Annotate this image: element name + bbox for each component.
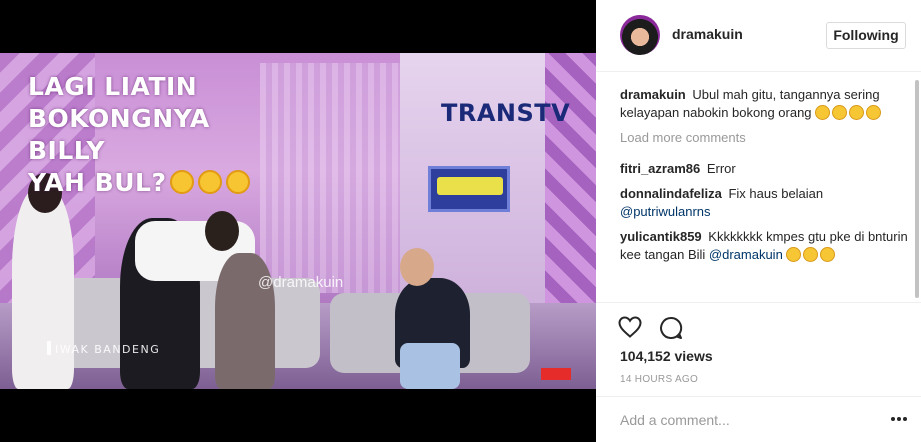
comment-username[interactable]: yulicantik859: [620, 229, 702, 244]
more-options-icon[interactable]: [891, 417, 907, 421]
laughing-emoji-icon: [198, 170, 223, 194]
caption-username[interactable]: dramakuin: [620, 87, 686, 102]
laughing-emoji-icon: [820, 247, 836, 262]
post-actions: 104,152 views 14 HOURS AGO: [596, 302, 921, 392]
header-username[interactable]: dramakuin: [672, 26, 743, 42]
comment-text: Fix haus belaian: [728, 186, 824, 201]
comment-item: fitri_azram86 Error: [620, 160, 910, 178]
comment-username[interactable]: fitri_azram86: [620, 161, 700, 176]
caption-line-1: LAGI LIATIN: [28, 72, 198, 101]
video-watermark: @dramakuin: [258, 274, 344, 291]
add-comment-bar: [596, 396, 921, 442]
laughing-emoji-icon: [815, 105, 831, 120]
caption-line-3: YAH BUL?: [28, 167, 268, 199]
post-header: dramakuin Following: [596, 0, 921, 72]
channel-logo: TRANSTV: [441, 99, 571, 127]
person-host-head: [400, 248, 434, 286]
load-more-comments-link[interactable]: Load more comments: [620, 129, 910, 147]
person-woman-left: [12, 188, 74, 389]
laughing-emoji-icon: [866, 105, 882, 120]
person-man-head: [205, 211, 239, 251]
comment-mention-link[interactable]: @putriwulanrns: [620, 204, 711, 219]
views-count: 104,152 views: [620, 348, 713, 364]
post-timestamp[interactable]: 14 HOURS AGO: [620, 374, 698, 385]
caption-line-2: BOKONGNYA BILLY: [28, 104, 210, 165]
post-caption: dramakuin Ubul mah gitu, tangannya serin…: [620, 86, 910, 122]
laughing-emoji-icon: [170, 170, 195, 194]
laughing-emoji-icon: [832, 105, 848, 120]
person-host-legs: [400, 343, 460, 389]
post-side-panel: dramakuin Following dramakuin Ubul mah g…: [596, 0, 921, 442]
laughing-emoji-icon: [226, 170, 251, 194]
comments-scrollbar[interactable]: [915, 80, 919, 298]
studio-screen: [428, 166, 510, 212]
studio-wall-middle: [260, 63, 400, 293]
add-comment-input[interactable]: [620, 411, 860, 429]
comment-text: Error: [706, 161, 736, 176]
comments-list: dramakuin Ubul mah gitu, tangannya serin…: [620, 86, 910, 271]
heart-icon[interactable]: [618, 316, 642, 343]
comment-item: donnalindafeliza Fix haus belaian @putri…: [620, 185, 910, 221]
laughing-emoji-icon: [786, 247, 802, 262]
comment-username[interactable]: donnalindafeliza: [620, 186, 722, 201]
following-button[interactable]: Following: [826, 22, 906, 49]
laughing-emoji-icon: [803, 247, 819, 262]
broadcast-badge: [541, 368, 571, 380]
avatar[interactable]: [620, 15, 660, 55]
comment-icon[interactable]: [659, 316, 683, 345]
comment-mention-link[interactable]: @dramakuin: [709, 247, 783, 262]
video-frame[interactable]: LAGI LIATIN BOKONGNYA BILLY YAH BUL? TRA…: [0, 53, 596, 389]
show-tag: IWAK BANDENG: [46, 341, 161, 356]
laughing-emoji-icon: [849, 105, 865, 120]
video-caption-overlay: LAGI LIATIN BOKONGNYA BILLY YAH BUL?: [28, 71, 268, 199]
comment-item: yulicantik859 Kkkkkkkk kmpes gtu pke di …: [620, 228, 910, 264]
post-media[interactable]: LAGI LIATIN BOKONGNYA BILLY YAH BUL? TRA…: [0, 0, 596, 442]
